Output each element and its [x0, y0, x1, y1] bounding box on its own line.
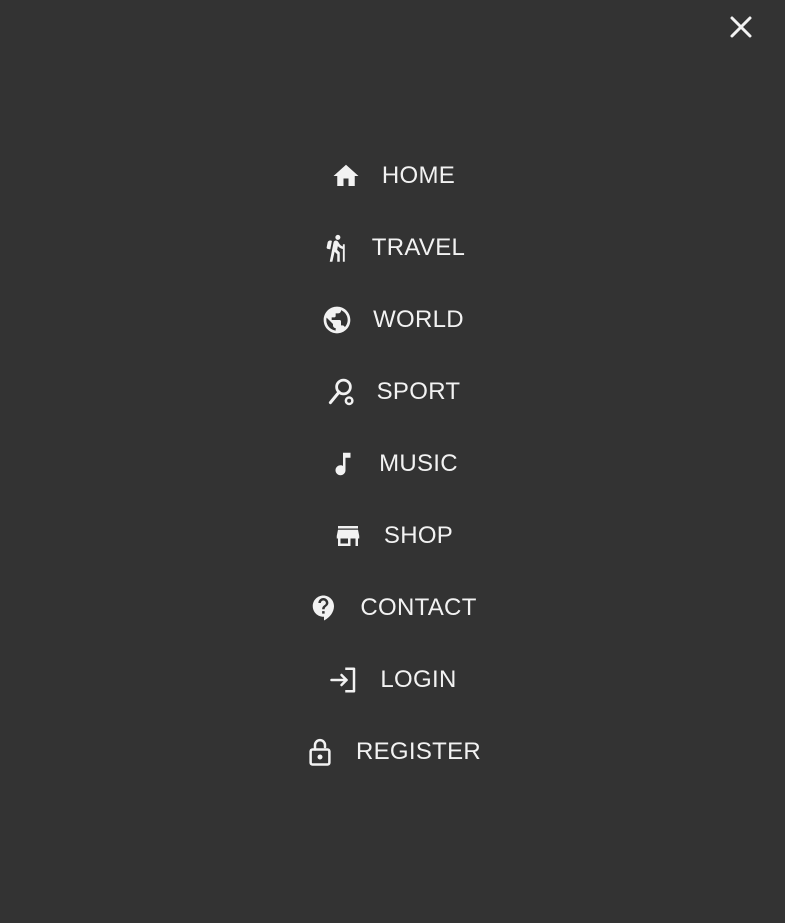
menu-item-label: REGISTER: [355, 738, 482, 765]
menu-item-label: HOME: [381, 162, 456, 189]
menu-item-shop[interactable]: SHOP: [0, 500, 785, 572]
globe-icon: [321, 304, 353, 336]
menu-item-label: TRAVEL: [371, 234, 466, 261]
menu-item-label: WORLD: [373, 306, 464, 333]
music-note-icon: [327, 448, 359, 480]
menu-item-home[interactable]: HOME: [0, 140, 785, 212]
nav-menu: HOME TRAVEL WORLD SPORT MUSIC SHOP CONTA…: [0, 140, 785, 788]
menu-item-label: MUSIC: [379, 450, 458, 477]
menu-item-world[interactable]: WORLD: [0, 284, 785, 356]
lock-open-icon: [304, 736, 336, 768]
menu-item-register[interactable]: REGISTER: [0, 716, 785, 788]
store-icon: [332, 520, 364, 552]
hiking-icon: [320, 232, 352, 264]
menu-item-label: SPORT: [376, 378, 461, 405]
menu-item-sport[interactable]: SPORT: [0, 356, 785, 428]
home-icon: [330, 160, 362, 192]
close-icon: [730, 16, 752, 38]
menu-item-label: LOGIN: [380, 666, 457, 693]
menu-item-login[interactable]: LOGIN: [0, 644, 785, 716]
login-icon: [328, 664, 360, 696]
menu-item-label: SHOP: [383, 522, 454, 549]
menu-item-travel[interactable]: TRAVEL: [0, 212, 785, 284]
contact-support-icon: [308, 592, 340, 624]
sports-tennis-icon: [325, 376, 357, 408]
menu-item-contact[interactable]: CONTACT: [0, 572, 785, 644]
menu-item-label: CONTACT: [360, 594, 477, 621]
menu-item-music[interactable]: MUSIC: [0, 428, 785, 500]
close-button[interactable]: [726, 12, 756, 42]
